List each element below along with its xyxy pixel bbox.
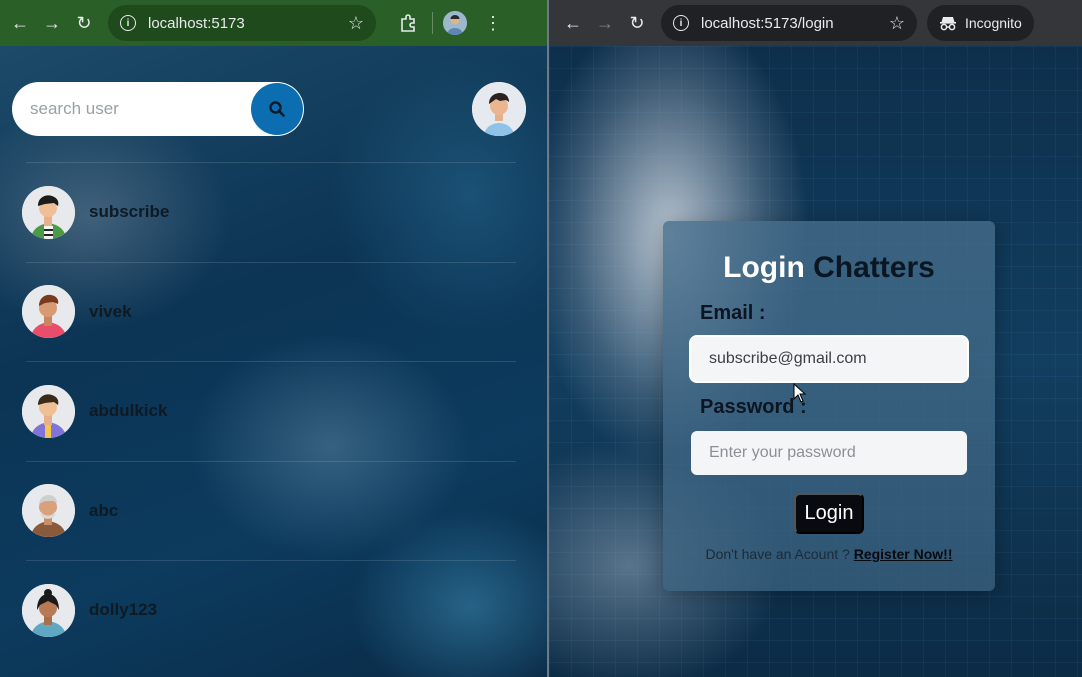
- user-name: abdulkick: [89, 401, 168, 421]
- search-user-input[interactable]: [12, 99, 251, 119]
- avatar: [22, 285, 75, 339]
- user-list-item[interactable]: subscribe: [22, 162, 516, 262]
- reload-icon[interactable]: ↻: [72, 11, 96, 35]
- search-icon: [269, 101, 285, 117]
- user-name: vivek: [89, 301, 132, 321]
- reload-icon[interactable]: ↻: [625, 11, 649, 35]
- chat-home-page: subscribe vivek abdulkick abc: [0, 46, 547, 677]
- user-list-item[interactable]: abdulkick: [22, 361, 516, 461]
- password-label: Password :: [700, 396, 807, 418]
- login-card: Login Chatters Email : Password : Login …: [663, 221, 995, 591]
- avatar: [22, 484, 75, 538]
- forward-icon[interactable]: →: [593, 11, 617, 35]
- login-title-word: Login: [723, 251, 805, 284]
- right-browser-toolbar: ← → ↻ i localhost:5173/login ☆ Incognito: [549, 0, 1082, 46]
- forward-icon[interactable]: →: [40, 11, 64, 35]
- address-bar[interactable]: i localhost:5173/login ☆: [661, 5, 917, 41]
- left-browser-toolbar: ← → ↻ i localhost:5173 ☆ ⋮: [0, 0, 547, 46]
- password-field[interactable]: [691, 431, 967, 475]
- right-browser-window: ← → ↻ i localhost:5173/login ☆ Incognito…: [549, 0, 1082, 677]
- search-user-form: [12, 82, 304, 136]
- incognito-label: Incognito: [965, 15, 1022, 31]
- site-info-icon[interactable]: i: [673, 15, 689, 31]
- user-name: dolly123: [89, 600, 158, 620]
- user-list: subscribe vivek abdulkick abc dolly123: [0, 162, 547, 660]
- avatar: [22, 185, 75, 239]
- incognito-badge[interactable]: Incognito: [927, 5, 1034, 41]
- user-list-item[interactable]: abc: [22, 460, 516, 561]
- avatar: [22, 583, 75, 637]
- login-title-brand: Chatters: [813, 251, 935, 284]
- register-prompt: Don't have an Acount ?: [705, 546, 850, 562]
- bookmark-star-icon[interactable]: ☆: [348, 13, 364, 34]
- address-url: localhost:5173/login: [701, 14, 834, 32]
- avatar: [22, 384, 75, 438]
- menu-kebab-icon[interactable]: ⋮: [481, 11, 505, 35]
- mouse-cursor-icon: [793, 383, 807, 403]
- back-icon[interactable]: ←: [561, 11, 585, 35]
- login-title: Login Chatters: [663, 251, 995, 285]
- user-list-item[interactable]: dolly123: [22, 560, 516, 660]
- bookmark-star-icon[interactable]: ☆: [889, 13, 905, 34]
- login-page: Login Chatters Email : Password : Login …: [549, 46, 1082, 677]
- profile-avatar-icon[interactable]: [443, 11, 467, 35]
- site-info-icon[interactable]: i: [120, 15, 136, 31]
- extensions-icon[interactable]: [396, 11, 420, 35]
- register-prompt-line: Don't have an Acount ? Register Now!!: [663, 546, 995, 562]
- address-url: localhost:5173: [148, 14, 245, 32]
- back-icon[interactable]: ←: [8, 11, 32, 35]
- user-name: abc: [89, 500, 119, 520]
- login-button[interactable]: Login: [794, 493, 864, 534]
- left-browser-window: ← → ↻ i localhost:5173 ☆ ⋮ search user s…: [0, 0, 547, 677]
- search-button[interactable]: [251, 83, 303, 135]
- incognito-icon: [940, 17, 956, 31]
- email-field[interactable]: [691, 337, 967, 381]
- user-name: subscribe: [89, 202, 170, 222]
- register-link[interactable]: Register Now!!: [854, 546, 953, 562]
- user-list-item[interactable]: vivek: [22, 261, 516, 362]
- email-label: Email :: [700, 302, 766, 324]
- address-bar[interactable]: i localhost:5173 ☆: [108, 5, 376, 41]
- toolbar-separator: [432, 12, 433, 34]
- current-user-avatar[interactable]: [472, 82, 526, 136]
